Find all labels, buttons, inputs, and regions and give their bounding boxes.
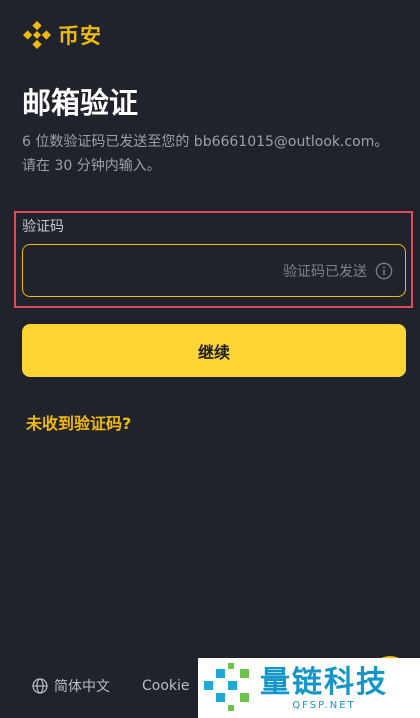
verification-code-input[interactable] — [23, 245, 283, 296]
language-label: 简体中文 — [54, 679, 110, 695]
brand-logo[interactable]: 币安 — [22, 20, 102, 50]
language-selector[interactable]: 简体中文 — [32, 676, 110, 696]
verification-code-field[interactable]: 验证码已发送 — [22, 244, 406, 297]
globe-icon — [32, 678, 48, 694]
page-title: 邮箱验证 — [22, 86, 139, 120]
info-icon[interactable] — [375, 262, 393, 280]
continue-button[interactable]: 继续 — [22, 324, 406, 377]
description-line-2: 请在 30 分钟内输入。 — [22, 158, 161, 174]
watermark-banner: 量链科技 QFSP.NET — [198, 658, 420, 718]
page-description: 6 位数验证码已发送至您的 bb6661015@outlook.com。 请在 … — [22, 130, 402, 178]
watermark-subtitle: QFSP.NET — [292, 699, 356, 711]
watermark-logo-icon — [204, 663, 249, 711]
resend-code-link[interactable]: 未收到验证码? — [26, 410, 131, 434]
watermark-title: 量链科技 — [260, 664, 388, 700]
watermark-text: 量链科技 QFSP.NET — [260, 664, 388, 711]
cookie-link[interactable]: Cookie — [142, 678, 190, 694]
brand-name: 币安 — [58, 24, 102, 48]
description-line-1: 6 位数验证码已发送至您的 bb6661015@outlook.com。 — [22, 134, 389, 150]
binance-logo-icon — [22, 20, 52, 50]
code-sent-status: 验证码已发送 — [283, 263, 367, 280]
code-field-label: 验证码 — [22, 219, 64, 235]
email-verification-page: 币安 邮箱验证 6 位数验证码已发送至您的 bb6661015@outlook.… — [0, 0, 420, 718]
